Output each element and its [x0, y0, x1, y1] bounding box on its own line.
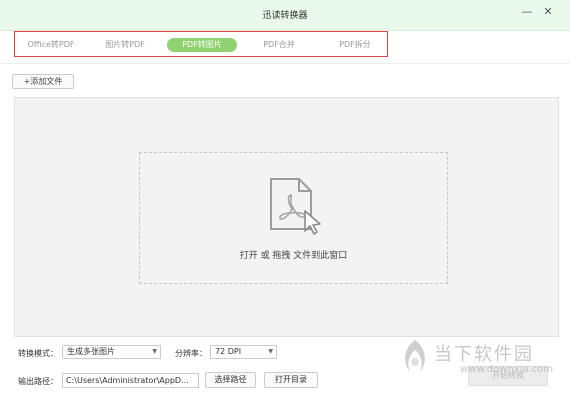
open-directory-button[interactable]: 打开目录: [264, 372, 318, 388]
tab-pdf-to-image[interactable]: PDF转图片: [167, 38, 237, 52]
tab-pdf-split[interactable]: PDF拆分: [335, 38, 375, 52]
close-button[interactable]: ✕: [540, 4, 556, 20]
add-file-button[interactable]: +添加文件: [12, 74, 74, 89]
output-label: 输出路径：: [18, 377, 58, 386]
resolution-value: 72 DPI: [215, 347, 242, 356]
resolution-select[interactable]: 72 DPI ▼: [210, 345, 277, 359]
tab-image-to-pdf[interactable]: 图片转PDF: [101, 38, 149, 52]
mode-label: 转换模式：: [18, 349, 58, 358]
chevron-down-icon: ▼: [268, 348, 273, 355]
drop-zone[interactable]: 打开 或 拖拽 文件到此窗口: [139, 152, 448, 284]
watermark-text: 当下软件园: [434, 344, 534, 365]
watermark-logo-icon: [405, 340, 425, 372]
minimize-button[interactable]: —: [519, 4, 535, 20]
window-title: 迅读转换器: [262, 11, 308, 21]
tab-office-to-pdf[interactable]: Office转PDF: [25, 38, 77, 52]
resolution-label: 分辨率：: [175, 349, 207, 358]
title-bar: 迅读转换器 — ✕: [0, 0, 570, 31]
header-divider: [0, 63, 570, 64]
file-work-area: 打开 或 拖拽 文件到此窗口: [14, 97, 559, 337]
conversion-tabs: Office转PDF 图片转PDF PDF转图片 PDF合并 PDF拆分: [14, 31, 388, 57]
mode-value: 生成多张图片: [67, 347, 115, 356]
choose-path-button[interactable]: 选择路径: [205, 372, 256, 388]
drop-hint: 打开 或 拖拽 文件到此窗口: [239, 251, 348, 261]
tab-pdf-merge[interactable]: PDF合并: [259, 38, 299, 52]
chevron-down-icon: ▼: [152, 348, 157, 355]
start-convert-button[interactable]: 开始转换: [468, 366, 548, 386]
pdf-file-icon: [270, 178, 321, 235]
output-path-field[interactable]: C:\Users\Administrator\AppD...: [62, 373, 199, 388]
mode-select[interactable]: 生成多张图片 ▼: [62, 345, 161, 359]
